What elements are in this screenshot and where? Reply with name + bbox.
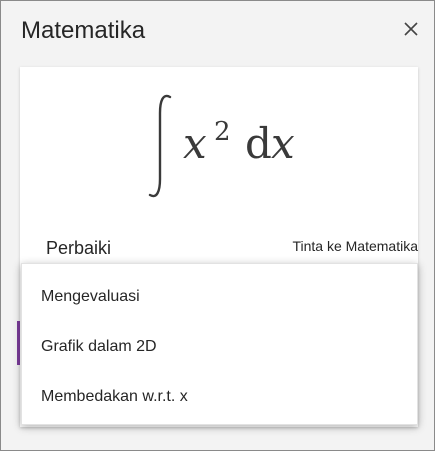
menu-item-label: Grafik dalam 2D xyxy=(41,338,157,355)
equation-variable: x xyxy=(183,119,207,168)
menu-item-label: Membedakan w.r.t. x xyxy=(41,388,188,405)
menu-item-graph-2d[interactable]: Grafik dalam 2D xyxy=(22,322,417,372)
equation-diff-variable: x xyxy=(271,119,295,168)
close-button[interactable] xyxy=(399,17,423,41)
equation-differential: d xyxy=(245,119,272,168)
pane-title: Matematika xyxy=(21,17,146,44)
menu-item-evaluate[interactable]: Mengevaluasi xyxy=(22,272,417,322)
equation-display: x 2 d x xyxy=(20,67,418,237)
selection-accent-bar xyxy=(17,321,20,365)
ink-to-math-link[interactable]: Tinta ke Matematika xyxy=(292,238,418,254)
menu-item-label: Mengevaluasi xyxy=(41,288,140,305)
action-menu: Mengevaluasi Grafik dalam 2D Membedakan … xyxy=(21,263,418,425)
integral-sign xyxy=(148,94,172,198)
fix-button[interactable]: Perbaiki xyxy=(46,238,111,259)
close-icon xyxy=(404,22,418,36)
math-pane: Matematika x 2 d x Perbaiki Tinta ke Mat… xyxy=(0,0,435,451)
menu-item-differentiate[interactable]: Membedakan w.r.t. x xyxy=(22,372,417,422)
equation-exponent: 2 xyxy=(214,117,231,147)
